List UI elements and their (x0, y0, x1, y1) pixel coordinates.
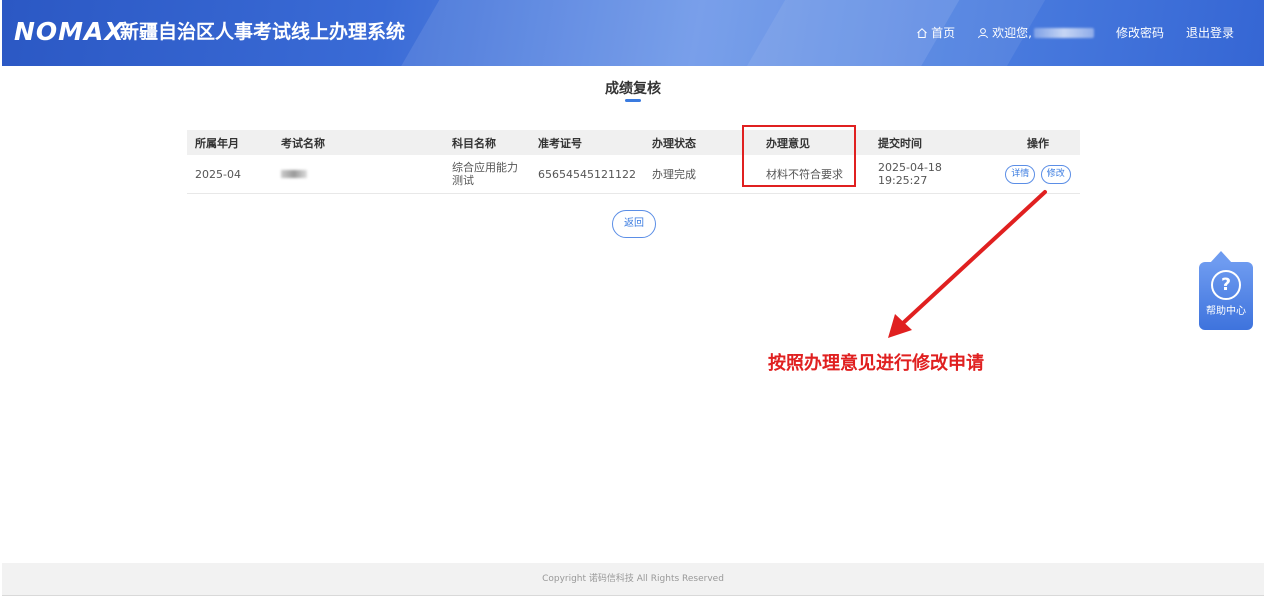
help-question-icon: ? (1211, 270, 1241, 300)
footer-copyright: Copyright 诺码信科技 All Rights Reserved (2, 563, 1264, 595)
app-frame: NOMAX 新疆自治区人事考试线上办理系统 首页 欢迎您, 修改密码 退出登录 (2, 0, 1264, 596)
arrow-annotation (888, 190, 1047, 338)
annotation-text: 按照办理意见进行修改申请 (768, 353, 984, 374)
help-center-button[interactable]: ? 帮助中心 (1199, 262, 1253, 330)
help-center-label: 帮助中心 (1206, 306, 1246, 317)
